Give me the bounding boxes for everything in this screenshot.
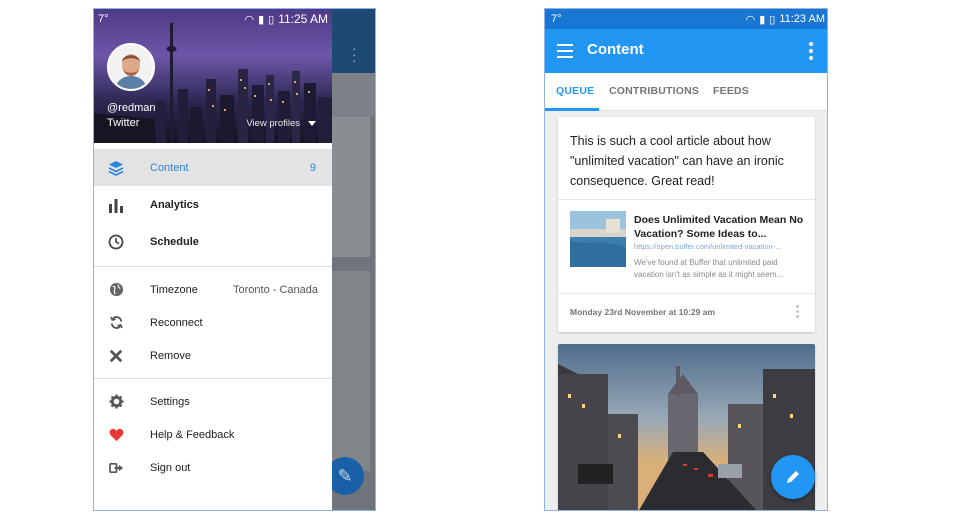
queued-post-card[interactable]: This is such a cool article about how "u… [558,117,815,332]
link-title[interactable]: Does Unlimited Vacation Mean No Vacation… [634,213,806,241]
bar-chart-icon [108,197,124,213]
view-profiles-label: View profiles [246,118,300,129]
gear-icon [108,394,124,410]
tab-queue[interactable]: QUEUE [556,85,594,97]
sign-out-icon [108,460,124,476]
heart-icon [108,427,124,443]
temperature: 7° [98,13,109,25]
chevron-down-icon [308,121,316,126]
more-options-icon[interactable] [809,42,813,60]
active-tab-indicator [545,108,599,111]
menu-item-sign-out[interactable]: Sign out [94,451,332,484]
drawer-header: 7° ◠ ▮ ▯ 11:25 AM @redman Twitter View p… [94,9,332,143]
menu-item-label: Schedule [150,235,199,248]
menu-item-label: Settings [150,395,190,408]
compose-button[interactable] [771,455,815,499]
divider [558,199,815,200]
divider [94,378,332,379]
menu-item-label: Sign out [150,461,191,474]
post-options-icon[interactable] [796,305,799,318]
menu-icon[interactable] [557,44,573,58]
content-count-badge: 9 [309,161,316,174]
profile-photo [109,45,153,89]
link-url[interactable]: https://open.buffer.com/unlimited-vacati… [634,242,806,251]
profile-username: @redman [107,102,156,114]
menu-item-label: Help & Feedback [150,428,235,441]
view-profiles-button[interactable]: View profiles [246,118,316,129]
menu-item-label: Analytics [150,198,199,211]
tab-feeds[interactable]: FEEDS [713,85,749,97]
background-card [330,117,370,257]
signal-icon: ▮ [759,13,766,26]
clock: 11:23 AM [779,13,825,25]
page-title: Content [587,41,644,58]
clock: 11:25 AM [278,12,328,26]
battery-icon: ▯ [769,13,776,26]
menu-item-remove[interactable]: Remove [94,339,332,372]
battery-icon: ▯ [268,13,275,26]
link-thumbnail [570,211,626,267]
globe-icon [108,282,124,298]
menu-item-help[interactable]: Help & Feedback [94,418,332,451]
menu-item-analytics[interactable]: Analytics [94,186,332,223]
menu-item-settings[interactable]: Settings [94,385,332,418]
menu-item-label: Remove [150,349,191,362]
timezone-value: Toronto - Canada [233,283,318,296]
pencil-icon [787,471,799,483]
close-icon [108,348,124,364]
app-toolbar: Content [545,29,827,73]
background-more-icon: · · · [352,40,357,68]
right-phone-screen: 7° ◠ ▮ ▯ 11:23 AM Content QUEUE CONTRIBU… [544,8,828,511]
status-bar: 7° ◠ ▮ ▯ 11:25 AM [94,9,332,29]
navigation-drawer: 7° ◠ ▮ ▯ 11:25 AM @redman Twitter View p… [94,9,332,510]
menu-item-label: Content [150,161,189,174]
clock-icon [108,234,124,250]
refresh-icon [108,315,124,331]
menu-item-reconnect[interactable]: Reconnect [94,306,332,339]
signal-icon: ▮ [258,13,265,26]
divider [94,266,332,267]
profile-network: Twitter [107,117,140,129]
left-phone-screen: · · · ✎ 7° ◠ ▮ ▯ 11:25 AM @redman Twitte… [93,8,376,511]
temperature: 7° [551,13,562,25]
tab-bar: QUEUE CONTRIBUTIONS FEEDS [545,73,827,111]
divider [558,293,815,294]
menu-item-content[interactable]: Content 9 [94,149,332,186]
avatar[interactable] [107,43,155,91]
status-bar: 7° ◠ ▮ ▯ 11:23 AM [545,9,827,29]
wifi-icon: ◠ [244,13,255,26]
background-card [330,271,370,471]
post-text: This is such a cool article about how "u… [570,134,784,188]
drawer-menu: Content 9 Analytics Schedule Timezone To… [94,143,332,484]
menu-item-label: Reconnect [150,316,203,329]
scheduled-time: Monday 23rd November at 10:29 am [570,307,716,317]
menu-item-label: Timezone [150,283,198,296]
menu-item-schedule[interactable]: Schedule [94,223,332,260]
wifi-icon: ◠ [745,13,756,26]
tab-contributions[interactable]: CONTRIBUTIONS [609,85,699,97]
link-description: We've found at Buffer that unlimited pai… [634,258,784,279]
layers-icon [108,160,124,176]
menu-item-timezone[interactable]: Timezone Toronto - Canada [94,273,332,306]
